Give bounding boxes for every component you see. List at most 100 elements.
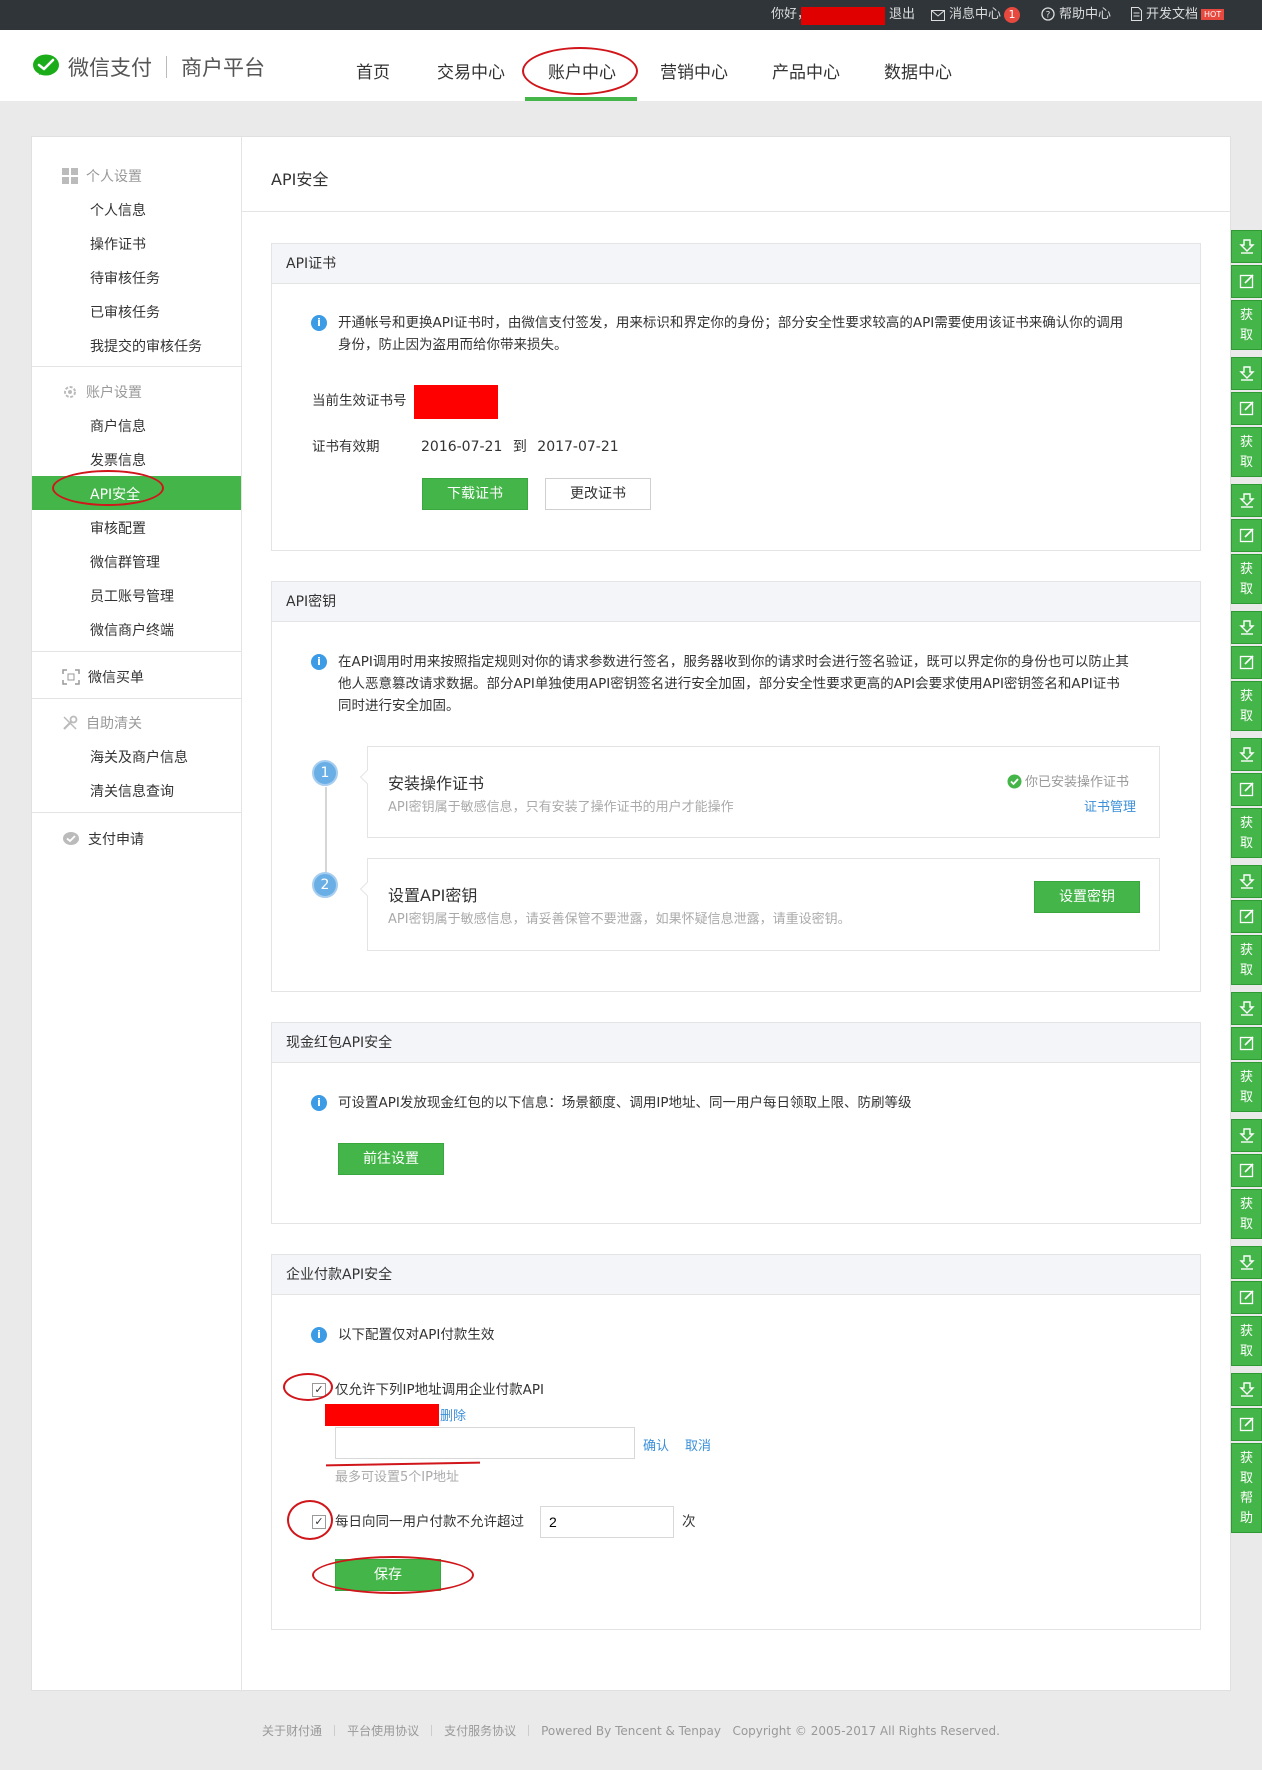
brand-title: 微信支付 商户平台 — [68, 52, 265, 82]
info-icon: i — [311, 315, 327, 331]
help-center-link[interactable]: ? 帮助中心 — [1041, 0, 1111, 30]
cert-manage-link[interactable]: 证书管理 — [1084, 796, 1136, 815]
redpack-card-title: 现金红包API安全 — [272, 1023, 1200, 1063]
download-cert-button[interactable]: 下载证书 — [422, 478, 528, 510]
top-bar: 你好， 退出 消息中心 1 ? 帮助中心 开发文档 HOT — [0, 0, 1262, 30]
svg-text:?: ? — [1046, 11, 1051, 21]
footer-link-about[interactable]: 关于财付通 — [262, 1724, 322, 1738]
download-icon[interactable] — [1231, 611, 1262, 644]
sidebar-item-wechat-bill-label: 微信买单 — [88, 670, 144, 686]
nav-products[interactable]: 产品中心 — [772, 58, 840, 83]
edit-icon[interactable] — [1231, 1154, 1262, 1187]
download-icon[interactable] — [1231, 230, 1262, 263]
footer-link-platform-agreement[interactable]: 平台使用协议 — [347, 1724, 419, 1738]
edit-icon[interactable] — [1231, 773, 1262, 806]
dev-docs-link[interactable]: 开发文档 HOT — [1131, 0, 1225, 30]
sidebar-item-personal-info[interactable]: 个人信息 — [90, 200, 146, 220]
edit-icon[interactable] — [1231, 265, 1262, 298]
get-help-button[interactable]: 获取帮助 — [1231, 1443, 1262, 1533]
scan-icon — [62, 669, 80, 685]
check-circle-icon — [1007, 774, 1022, 789]
info-icon: i — [311, 1327, 327, 1343]
nav-data[interactable]: 数据中心 — [884, 58, 952, 83]
daily-limit-input[interactable] — [540, 1506, 674, 1538]
edit-icon[interactable] — [1231, 646, 1262, 679]
change-cert-button[interactable]: 更改证书 — [545, 478, 651, 510]
sidebar-item-invoice-info[interactable]: 发票信息 — [90, 450, 146, 470]
sidebar-item-merchant-info[interactable]: 商户信息 — [90, 416, 146, 436]
mail-icon — [931, 10, 945, 21]
get-button[interactable]: 获取 — [1231, 427, 1262, 477]
cert-valid-from: 2016-07-21 — [421, 439, 503, 455]
sidebar-item-customs-query[interactable]: 清关信息查询 — [90, 781, 174, 801]
sidebar-item-wechat-group[interactable]: 微信群管理 — [90, 552, 160, 572]
redpack-info: 可设置API发放现金红包的以下信息：场景额度、调用IP地址、同一用户每日领取上限… — [338, 1095, 912, 1111]
sidebar-item-reviewed-tasks[interactable]: 已审核任务 — [90, 302, 160, 322]
sidebar-item-review-config[interactable]: 审核配置 — [90, 518, 146, 538]
get-button[interactable]: 获取 — [1231, 808, 1262, 858]
daily-limit-unit: 次 — [682, 1514, 696, 1530]
annotation-circle-ip-checkbox — [283, 1373, 333, 1401]
cert-info-line1: 开通帐号和更换API证书时，由微信支付签发，用来标识和界定你的身份；部分安全性要… — [338, 315, 1124, 331]
download-icon[interactable] — [1231, 1246, 1262, 1279]
grid-icon — [62, 168, 78, 184]
confirm-ip-link[interactable]: 确认 — [643, 1435, 669, 1454]
get-button[interactable]: 获取 — [1231, 1189, 1262, 1239]
logout-link[interactable]: 退出 — [889, 0, 915, 30]
nav-marketing[interactable]: 营销中心 — [660, 58, 728, 83]
sidebar-item-merchant-terminal[interactable]: 微信商户终端 — [90, 620, 174, 640]
footer-powered: Powered By Tencent & Tenpay — [541, 1724, 721, 1738]
redacted-cert-serial — [414, 385, 498, 419]
get-button[interactable]: 获取 — [1231, 300, 1262, 350]
sidebar-item-staff-accounts[interactable]: 员工账号管理 — [90, 586, 174, 606]
info-icon: i — [311, 654, 327, 670]
sidebar-item-my-submitted-tasks[interactable]: 我提交的审核任务 — [90, 336, 202, 356]
download-icon[interactable] — [1231, 357, 1262, 390]
redacted-ip-address — [325, 1404, 439, 1426]
nav-home[interactable]: 首页 — [356, 58, 390, 83]
download-icon[interactable] — [1231, 865, 1262, 898]
edit-icon[interactable] — [1231, 519, 1262, 552]
sidebar-section-personal-title: 个人设置 — [86, 169, 142, 185]
sidebar-divider — [32, 698, 241, 699]
ip-address-input[interactable] — [335, 1427, 635, 1459]
sidebar-section-customs: 自助清关 — [62, 713, 142, 733]
cert-validity-range: 2016-07-21 到 2017-07-21 — [421, 436, 619, 458]
sidebar-item-wechat-bill[interactable]: 微信买单 — [62, 667, 144, 687]
edit-icon[interactable] — [1231, 1281, 1262, 1314]
edit-icon[interactable] — [1231, 1408, 1262, 1441]
edit-icon[interactable] — [1231, 900, 1262, 933]
nav-transactions[interactable]: 交易中心 — [437, 58, 505, 83]
sidebar-section-account: 账户设置 — [62, 382, 142, 402]
step-1-status-text: 你已安装操作证书 — [1025, 775, 1130, 790]
cancel-ip-link[interactable]: 取消 — [685, 1435, 711, 1454]
sidebar-item-customs-info[interactable]: 海关及商户信息 — [90, 747, 188, 767]
footer-link-payment-agreement[interactable]: 支付服务协议 — [444, 1724, 516, 1738]
goto-settings-button[interactable]: 前往设置 — [338, 1143, 444, 1175]
download-icon[interactable] — [1231, 992, 1262, 1025]
sidebar-item-pending-tasks[interactable]: 待审核任务 — [90, 268, 160, 288]
get-button[interactable]: 获取 — [1231, 1316, 1262, 1366]
get-button[interactable]: 获取 — [1231, 935, 1262, 985]
cert-info-line2: 身份，防止因为盗用而给你带来损失。 — [338, 337, 568, 353]
step-1-title: 安装操作证书 — [388, 774, 485, 793]
sidebar-item-payment-apply[interactable]: 支付申请 — [62, 829, 144, 849]
edit-icon[interactable] — [1231, 1027, 1262, 1060]
transfer-card-title: 企业付款API安全 — [272, 1255, 1200, 1295]
download-icon[interactable] — [1231, 738, 1262, 771]
download-icon[interactable] — [1231, 484, 1262, 517]
set-key-button[interactable]: 设置密钥 — [1034, 881, 1140, 913]
message-center-link[interactable]: 消息中心 1 — [931, 0, 1021, 30]
download-icon[interactable] — [1231, 1373, 1262, 1406]
download-icon[interactable] — [1231, 1119, 1262, 1152]
step-2-title: 设置API密钥 — [388, 886, 478, 905]
brand-wechat-pay: 微信支付 — [68, 56, 152, 80]
transfer-info: 以下配置仅对API付款生效 — [338, 1327, 495, 1343]
sidebar-section-account-title: 账户设置 — [86, 385, 142, 401]
delete-ip-link[interactable]: 删除 — [440, 1405, 466, 1424]
get-button[interactable]: 获取 — [1231, 1062, 1262, 1112]
sidebar-item-operation-cert[interactable]: 操作证书 — [90, 234, 146, 254]
get-button[interactable]: 获取 — [1231, 554, 1262, 604]
edit-icon[interactable] — [1231, 392, 1262, 425]
get-button[interactable]: 获取 — [1231, 681, 1262, 731]
